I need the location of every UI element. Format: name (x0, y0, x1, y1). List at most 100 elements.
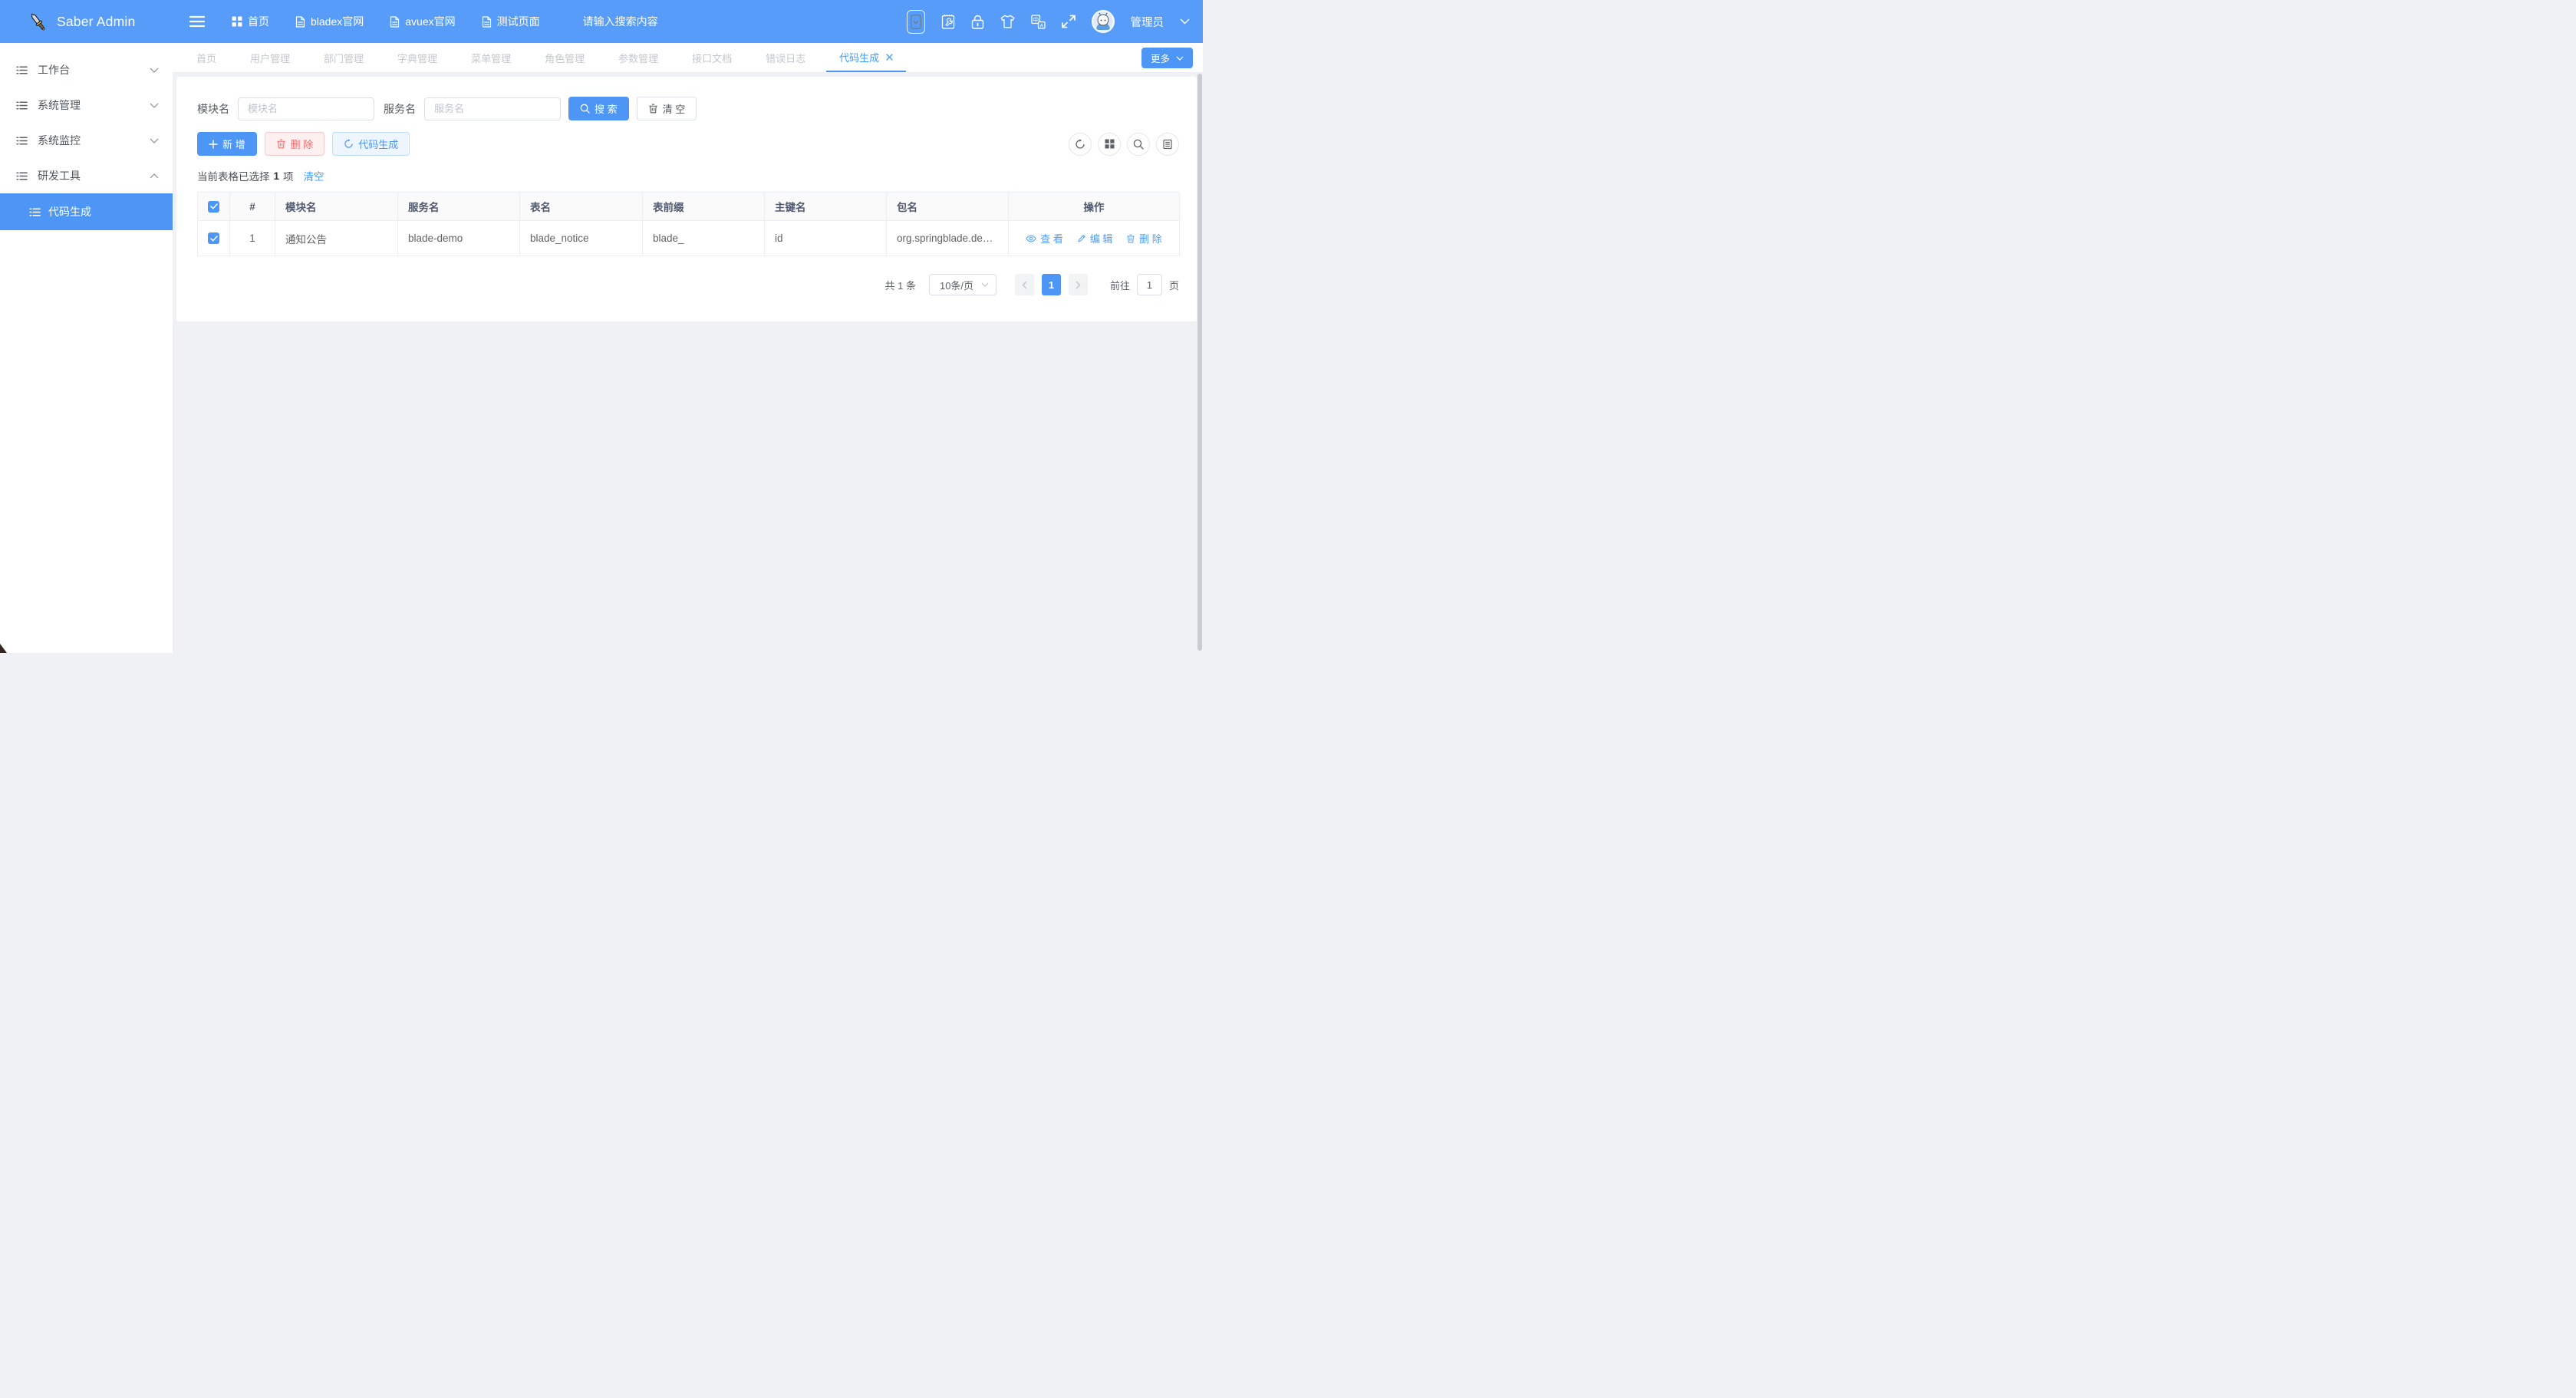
sidebar-item-system-monitor[interactable]: 系统监控 (0, 123, 173, 158)
row-checkbox[interactable] (208, 232, 219, 244)
view-link[interactable]: 查 看 (1026, 231, 1063, 246)
delete-link-label: 删 除 (1139, 231, 1162, 246)
top-nav-label: 首页 (248, 14, 269, 29)
column-header-prefix: 表前缀 (643, 193, 765, 221)
debug-clipboard-icon[interactable] (941, 14, 955, 29)
top-nav-item-avuex[interactable]: avuex官网 (390, 14, 455, 29)
trash-icon (276, 139, 286, 149)
tab-home[interactable]: 首页 (196, 43, 216, 72)
select-all-cell (198, 193, 230, 221)
svg-text:A: A (1039, 23, 1043, 28)
theme-shirt-icon[interactable] (1000, 15, 1015, 28)
top-nav: 首页 bladex官网 avuex官网 测试页面 (232, 14, 540, 29)
tab-param-management[interactable]: 参数管理 (618, 43, 658, 72)
chevron-up-icon (150, 173, 159, 179)
fullscreen-icon[interactable] (1062, 15, 1076, 28)
tab-department-management[interactable]: 部门管理 (324, 43, 364, 72)
main-content: 首页 用户管理 部门管理 字典管理 菜单管理 角色管理 参数管理 接口文档 错误… (173, 43, 1203, 653)
prev-page-button[interactable] (1015, 274, 1034, 295)
top-nav-item-home[interactable]: 首页 (232, 14, 269, 29)
tab-api-docs[interactable]: 接口文档 (692, 43, 732, 72)
service-name-input[interactable] (424, 97, 561, 120)
delete-link[interactable]: 删 除 (1126, 231, 1162, 246)
cell-index: 1 (230, 221, 275, 256)
cursor-artifact (0, 644, 7, 653)
goto-label: 前往 (1110, 278, 1130, 292)
scrollbar[interactable] (1197, 74, 1202, 651)
cell-service: blade-demo (398, 221, 520, 256)
column-header-pk: 主键名 (765, 193, 887, 221)
top-nav-item-test[interactable]: 测试页面 (482, 14, 540, 29)
tab-user-management[interactable]: 用户管理 (250, 43, 290, 72)
close-icon[interactable] (886, 54, 893, 61)
tab-role-management[interactable]: 角色管理 (545, 43, 585, 72)
grid-icon[interactable] (1098, 133, 1121, 156)
check-icon (210, 203, 218, 209)
add-button-label: 新 增 (222, 137, 245, 151)
page-size-select[interactable]: 10条/页 (929, 274, 996, 295)
edit-link[interactable]: 编 辑 (1077, 231, 1113, 246)
goto-page-input[interactable] (1137, 274, 1162, 295)
page-size-value: 10条/页 (940, 278, 973, 292)
sword-logo-icon (28, 12, 48, 32)
next-page-button[interactable] (1069, 274, 1088, 295)
sidebar-item-dev-tools[interactable]: 研发工具 (0, 158, 173, 193)
chevron-down-icon (150, 103, 159, 108)
tab-bar: 首页 用户管理 部门管理 字典管理 菜单管理 角色管理 参数管理 接口文档 错误… (173, 43, 1203, 73)
refresh-icon[interactable] (1069, 133, 1092, 156)
user-name[interactable]: 管理员 (1131, 14, 1164, 30)
edit-icon (1077, 234, 1086, 243)
column-header-service: 服务名 (398, 193, 520, 221)
selection-clear-link[interactable]: 清空 (304, 168, 324, 183)
sidebar-item-label: 系统管理 (38, 97, 81, 113)
search-icon (580, 104, 590, 114)
menu-mode-select-button[interactable] (907, 10, 925, 34)
columns-icon[interactable] (1156, 133, 1179, 156)
content-card: 模块名 服务名 搜 索 清 空 (176, 77, 1197, 321)
tab-menu-management[interactable]: 菜单管理 (471, 43, 511, 72)
app-window: Saber Admin 首页 bladex官网 a (0, 0, 1203, 653)
cell-module: 通知公告 (275, 221, 398, 256)
sidebar-item-workbench[interactable]: 工作台 (0, 52, 173, 87)
selection-suffix: 项 (283, 168, 294, 183)
sidebar-item-code-generation[interactable]: 代码生成 (0, 193, 173, 230)
list-menu-icon (16, 100, 28, 111)
trash-icon (648, 104, 658, 114)
tab-error-log[interactable]: 错误日志 (766, 43, 805, 72)
tab-dictionary-management[interactable]: 字典管理 (397, 43, 437, 72)
search-button[interactable]: 搜 索 (568, 97, 629, 120)
sidebar-item-label: 系统监控 (38, 133, 81, 148)
edit-link-label: 编 辑 (1090, 231, 1113, 246)
table-row: 1 通知公告 blade-demo blade_notice blade_ id… (198, 221, 1180, 256)
header-search-input[interactable] (583, 15, 713, 28)
search-icon[interactable] (1127, 133, 1150, 156)
module-name-input[interactable] (238, 97, 374, 120)
clear-button[interactable]: 清 空 (637, 97, 697, 120)
more-button[interactable]: 更多 (1141, 48, 1193, 68)
cell-pk: id (765, 221, 887, 256)
code-generate-button[interactable]: 代码生成 (332, 132, 410, 156)
add-button[interactable]: 新 增 (197, 132, 257, 156)
lock-icon[interactable] (971, 15, 984, 29)
chevron-down-icon (981, 282, 989, 287)
sidebar-item-label: 代码生成 (48, 204, 91, 219)
column-header-table: 表名 (520, 193, 643, 221)
translate-icon[interactable]: 中A (1031, 15, 1046, 29)
row-select-cell (198, 221, 230, 256)
app-header: Saber Admin 首页 bladex官网 a (0, 0, 1203, 43)
brand[interactable]: Saber Admin (0, 12, 173, 32)
sidebar-item-system-management[interactable]: 系统管理 (0, 87, 173, 123)
select-all-checkbox[interactable] (208, 201, 219, 213)
module-name-label: 模块名 (197, 101, 229, 117)
delete-button[interactable]: 删 除 (265, 132, 325, 156)
sidebar-collapse-button[interactable] (189, 15, 205, 28)
tab-code-generation[interactable]: 代码生成 (826, 43, 906, 72)
avatar[interactable] (1092, 10, 1115, 33)
refresh-icon (344, 139, 354, 149)
column-header-index: # (230, 193, 275, 221)
chevron-down-icon[interactable] (1180, 18, 1190, 25)
pagination: 共 1 条 10条/页 1 前往 页 (197, 274, 1179, 295)
top-nav-item-bladex[interactable]: bladex官网 (295, 14, 364, 29)
page-number-current[interactable]: 1 (1042, 274, 1061, 295)
sidebar: 工作台 系统管理 系统监控 (0, 43, 173, 653)
